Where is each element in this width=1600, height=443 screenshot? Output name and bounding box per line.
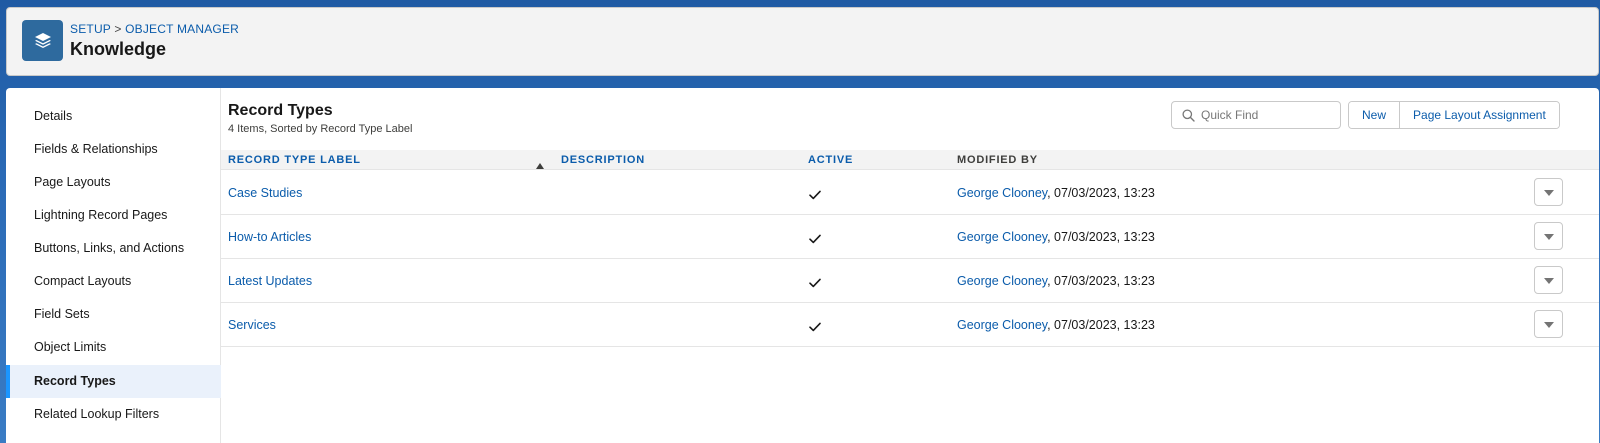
object-header: SETUP > OBJECT MANAGER Knowledge (6, 7, 1599, 76)
sidebar-item-object-limits[interactable]: Object Limits (6, 331, 221, 364)
sidebar-item-field-sets[interactable]: Field Sets (6, 298, 221, 331)
section-title: Record Types (228, 102, 333, 119)
breadcrumb-separator: > (114, 22, 122, 36)
chevron-down-icon (1543, 271, 1554, 289)
modified-date: , 07/03/2023, 13:23 (1047, 186, 1155, 200)
sidebar-item-page-layouts[interactable]: Page Layouts (6, 166, 221, 199)
row-actions-button[interactable] (1534, 310, 1563, 338)
quick-find-input[interactable] (1201, 103, 1337, 127)
modified-date: , 07/03/2023, 13:23 (1047, 274, 1155, 288)
record-types-content: Record Types 4 Items, Sorted by Record T… (221, 88, 1599, 443)
sidebar-item-related-lookup-filters[interactable]: Related Lookup Filters (6, 398, 221, 431)
sidebar-item-details[interactable]: Details (6, 100, 221, 133)
action-button-group: New Page Layout Assignment (1348, 101, 1560, 129)
modified-by-user-link[interactable]: George Clooney (957, 318, 1047, 332)
modified-date: , 07/03/2023, 13:23 (1047, 318, 1155, 332)
row-actions-button[interactable] (1534, 222, 1563, 250)
chevron-down-icon (1543, 183, 1554, 201)
page-layout-assignment-button[interactable]: Page Layout Assignment (1399, 102, 1559, 128)
sidebar-item-buttons-links-actions[interactable]: Buttons, Links, and Actions (6, 232, 221, 265)
modified-by-user-link[interactable]: George Clooney (957, 230, 1047, 244)
sidebar-item-record-types[interactable]: Record Types (6, 365, 221, 398)
chevron-down-icon (1543, 227, 1554, 245)
modified-by-cell: George Clooney, 07/03/2023, 13:23 (957, 171, 1155, 215)
column-header-description[interactable]: DESCRIPTION (561, 150, 645, 170)
record-type-label-link[interactable]: How-to Articles (228, 215, 311, 259)
breadcrumb-object-manager-link[interactable]: OBJECT MANAGER (125, 22, 239, 36)
modified-by-cell: George Clooney, 07/03/2023, 13:23 (957, 259, 1155, 303)
column-header-active[interactable]: ACTIVE (808, 150, 853, 170)
quick-find-box[interactable] (1171, 101, 1341, 129)
sidebar-item-lightning-record-pages[interactable]: Lightning Record Pages (6, 199, 221, 232)
page-title: Knowledge (70, 39, 167, 59)
row-actions-button[interactable] (1534, 266, 1563, 294)
modified-date: , 07/03/2023, 13:23 (1047, 230, 1155, 244)
table-row: How-to Articles George Clooney, 07/03/20… (221, 215, 1599, 259)
row-actions-button[interactable] (1534, 178, 1563, 206)
new-button[interactable]: New (1349, 102, 1400, 128)
chevron-down-icon (1543, 315, 1554, 333)
record-type-label-link[interactable]: Services (228, 303, 276, 347)
modified-by-user-link[interactable]: George Clooney (957, 186, 1047, 200)
main-panel: Details Fields & Relationships Page Layo… (6, 88, 1599, 443)
table-row: Case Studies George Clooney, 07/03/2023,… (221, 171, 1599, 215)
stack-layers-icon (22, 20, 63, 61)
column-header-modified-by: MODIFIED BY (957, 154, 1038, 166)
checkmark-icon (809, 319, 821, 337)
modified-by-user-link[interactable]: George Clooney (957, 274, 1047, 288)
section-subtitle: 4 Items, Sorted by Record Type Label (228, 123, 413, 135)
table-header: RECORD TYPE LABEL DESCRIPTION ACTIVE MOD… (221, 150, 1599, 170)
record-type-label-link[interactable]: Latest Updates (228, 259, 312, 303)
record-type-label-link[interactable]: Case Studies (228, 171, 302, 215)
search-icon (1182, 109, 1195, 127)
breadcrumb-setup-link[interactable]: SETUP (70, 22, 111, 36)
modified-by-cell: George Clooney, 07/03/2023, 13:23 (957, 215, 1155, 259)
sidebar-item-fields-relationships[interactable]: Fields & Relationships (6, 133, 221, 166)
breadcrumb: SETUP > OBJECT MANAGER (70, 22, 239, 36)
modified-by-cell: George Clooney, 07/03/2023, 13:23 (957, 303, 1155, 347)
column-header-record-type-label[interactable]: RECORD TYPE LABEL (228, 150, 361, 170)
sidebar-item-compact-layouts[interactable]: Compact Layouts (6, 265, 221, 298)
sidebar: Details Fields & Relationships Page Layo… (6, 88, 221, 443)
table-row: Latest Updates George Clooney, 07/03/202… (221, 259, 1599, 303)
checkmark-icon (809, 231, 821, 249)
checkmark-icon (809, 275, 821, 293)
table-row: Services George Clooney, 07/03/2023, 13:… (221, 303, 1599, 347)
checkmark-icon (809, 187, 821, 205)
